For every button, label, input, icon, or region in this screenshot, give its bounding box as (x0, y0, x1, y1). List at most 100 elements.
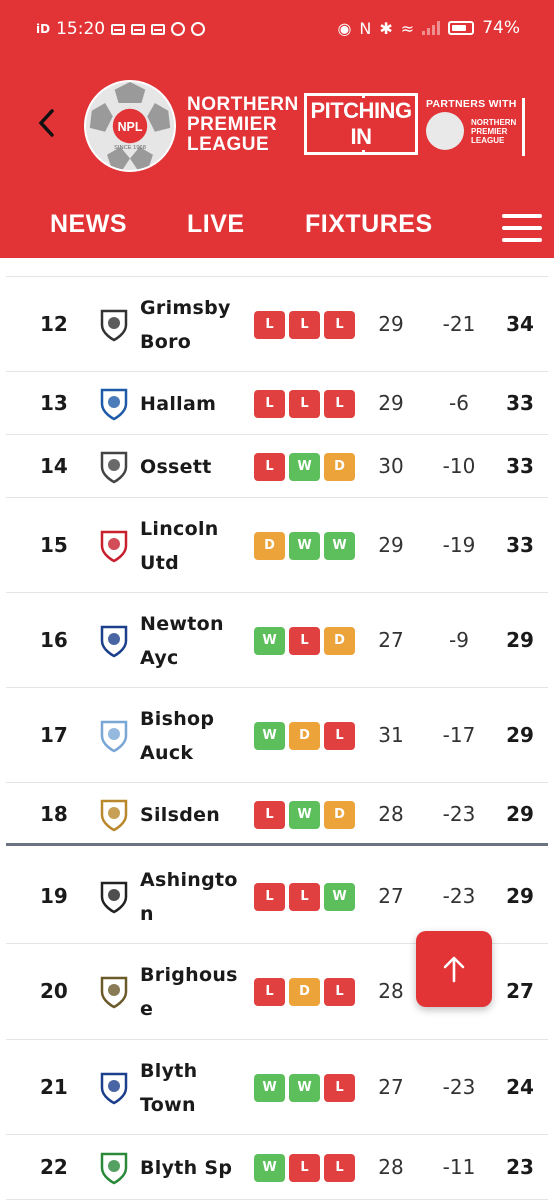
row-position: 13 (40, 390, 68, 415)
back-button[interactable] (36, 108, 64, 144)
games-played: 28 (378, 1154, 404, 1179)
form-badge: L (324, 310, 355, 339)
team-name-line: Grimsby (140, 296, 231, 319)
club-crest-icon (96, 386, 132, 422)
games-played: 29 (378, 311, 404, 336)
nfc-icon: N (359, 18, 372, 38)
team-name[interactable]: Silsden (140, 798, 250, 832)
form-badge: L (324, 1153, 355, 1182)
goal-difference: -11 (442, 1154, 476, 1179)
club-crest-icon (96, 307, 132, 343)
table-row[interactable]: 13 Hallam L L L 29 -6 33 (6, 372, 548, 435)
form-badge: W (289, 1073, 320, 1102)
form-guide: LWD (254, 452, 355, 481)
team-name[interactable]: Lincoln Utd (140, 512, 250, 580)
club-crest-icon (96, 1070, 132, 1106)
games-played: 28 (378, 801, 404, 826)
goal-difference: -6 (449, 390, 469, 415)
team-name[interactable]: Ossett (140, 450, 250, 484)
npl-logo[interactable]: NPL SINCE 1968 (84, 80, 176, 172)
goal-difference: -9 (449, 627, 469, 652)
partners-with-label: PARTNERS WITH (426, 98, 517, 110)
form-badge: W (289, 531, 320, 560)
team-name[interactable]: Hallam (140, 387, 250, 421)
team-name[interactable]: Brighous e (140, 958, 250, 1026)
team-name-line: Lincoln (140, 517, 219, 540)
points: 29 (506, 883, 534, 908)
eye-icon: ◉ (337, 18, 352, 38)
form-badge: W (324, 531, 355, 560)
games-played: 30 (378, 453, 404, 478)
notification-heart-icon (191, 22, 206, 36)
team-name-line: Blyth (140, 1059, 198, 1082)
team-name[interactable]: Ashingto n (140, 863, 250, 931)
table-row[interactable]: 18 Silsden L W D 28 -23 29 (6, 783, 548, 846)
notification-app-icon (171, 22, 186, 36)
battery-percent: 74% (482, 18, 520, 38)
team-name-line: Town (140, 1093, 196, 1116)
games-played: 28 (378, 979, 404, 1003)
team-name-line: Utd (140, 551, 180, 574)
hamburger-menu-icon[interactable] (502, 214, 542, 242)
table-row[interactable]: 12 Grimsby Boro L L L 29 -21 34 (6, 277, 548, 372)
clock: 15:20 (56, 19, 106, 39)
team-name-line: Ayc (140, 646, 179, 669)
form-guide: WDL (254, 721, 355, 750)
club-crest-icon (96, 1150, 132, 1186)
form-badge: L (324, 1073, 355, 1102)
status-bar: iD 15:20 ◉ N ✱ ≈ 74% (0, 0, 554, 60)
pitching-in-logo[interactable]: PITCHING IN (304, 93, 418, 155)
form-guide: WLD (254, 626, 355, 655)
club-crest-icon (96, 797, 132, 833)
club-crest-icon (96, 718, 132, 754)
notification-card-icon (151, 23, 166, 35)
goal-difference: -17 (442, 722, 476, 747)
form-guide: DWW (254, 531, 355, 560)
form-badge: D (324, 626, 355, 655)
form-guide: LLL (254, 389, 355, 418)
table-row[interactable]: 17 Bishop Auck W D L 31 -17 29 (6, 688, 548, 783)
team-name-line: Auck (140, 741, 194, 764)
goal-difference: -23 (442, 883, 476, 908)
nav-fixtures[interactable]: FIXTURES (305, 210, 433, 239)
form-guide: WLL (254, 1153, 355, 1182)
form-badge: L (254, 882, 285, 911)
form-badge: L (254, 800, 285, 829)
club-crest-icon (96, 623, 132, 659)
wifi-icon: ≈ (400, 18, 415, 38)
team-name-line: Silsden (140, 803, 221, 826)
points: 33 (506, 390, 534, 415)
form-guide: WWL (254, 1073, 355, 1102)
chevron-left-icon (38, 109, 54, 137)
form-badge: W (254, 1073, 285, 1102)
team-name[interactable]: Newton Ayc (140, 607, 250, 675)
row-position: 15 (40, 532, 68, 557)
club-crest-icon (96, 528, 132, 564)
form-badge: W (254, 1153, 285, 1182)
form-badge: L (289, 310, 320, 339)
form-badge: W (254, 721, 285, 750)
nav-news[interactable]: NEWS (50, 210, 127, 239)
table-row[interactable]: 22 Blyth Sp W L L 28 -11 23 (6, 1135, 548, 1200)
team-name[interactable]: Blyth Town (140, 1054, 250, 1122)
team-name-line: e (140, 998, 154, 1020)
table-row[interactable]: 21 Blyth Town W W L 27 -23 24 (6, 1040, 548, 1135)
table-row[interactable]: 16 Newton Ayc W L D 27 -9 29 (6, 593, 548, 688)
app-header: iD 15:20 ◉ N ✱ ≈ 74% NPL SINCE 1968 NORT… (0, 0, 554, 258)
carrier-label: iD (36, 22, 51, 36)
table-row[interactable]: 19 Ashingto n L L W 27 -23 29 (6, 849, 548, 944)
team-name[interactable]: Blyth Sp (140, 1151, 250, 1185)
goal-difference: -19 (442, 532, 476, 557)
team-name[interactable]: Grimsby Boro (140, 291, 250, 359)
games-played: 27 (378, 627, 404, 652)
table-row[interactable]: 15 Lincoln Utd D W W 29 -19 33 (6, 498, 548, 593)
form-guide: LDL (254, 978, 355, 1006)
scroll-to-top-button[interactable] (416, 931, 492, 1007)
nav-live[interactable]: LIVE (187, 210, 245, 239)
partners-block: PARTNERS WITH NORTHERN PREMIER LEAGUE (426, 98, 525, 156)
svg-text:NPL: NPL (118, 120, 143, 134)
team-name[interactable]: Bishop Auck (140, 702, 250, 770)
form-badge: W (254, 626, 285, 655)
team-name-line: Ashingto (140, 868, 238, 891)
table-row[interactable]: 14 Ossett L W D 30 -10 33 (6, 435, 548, 498)
